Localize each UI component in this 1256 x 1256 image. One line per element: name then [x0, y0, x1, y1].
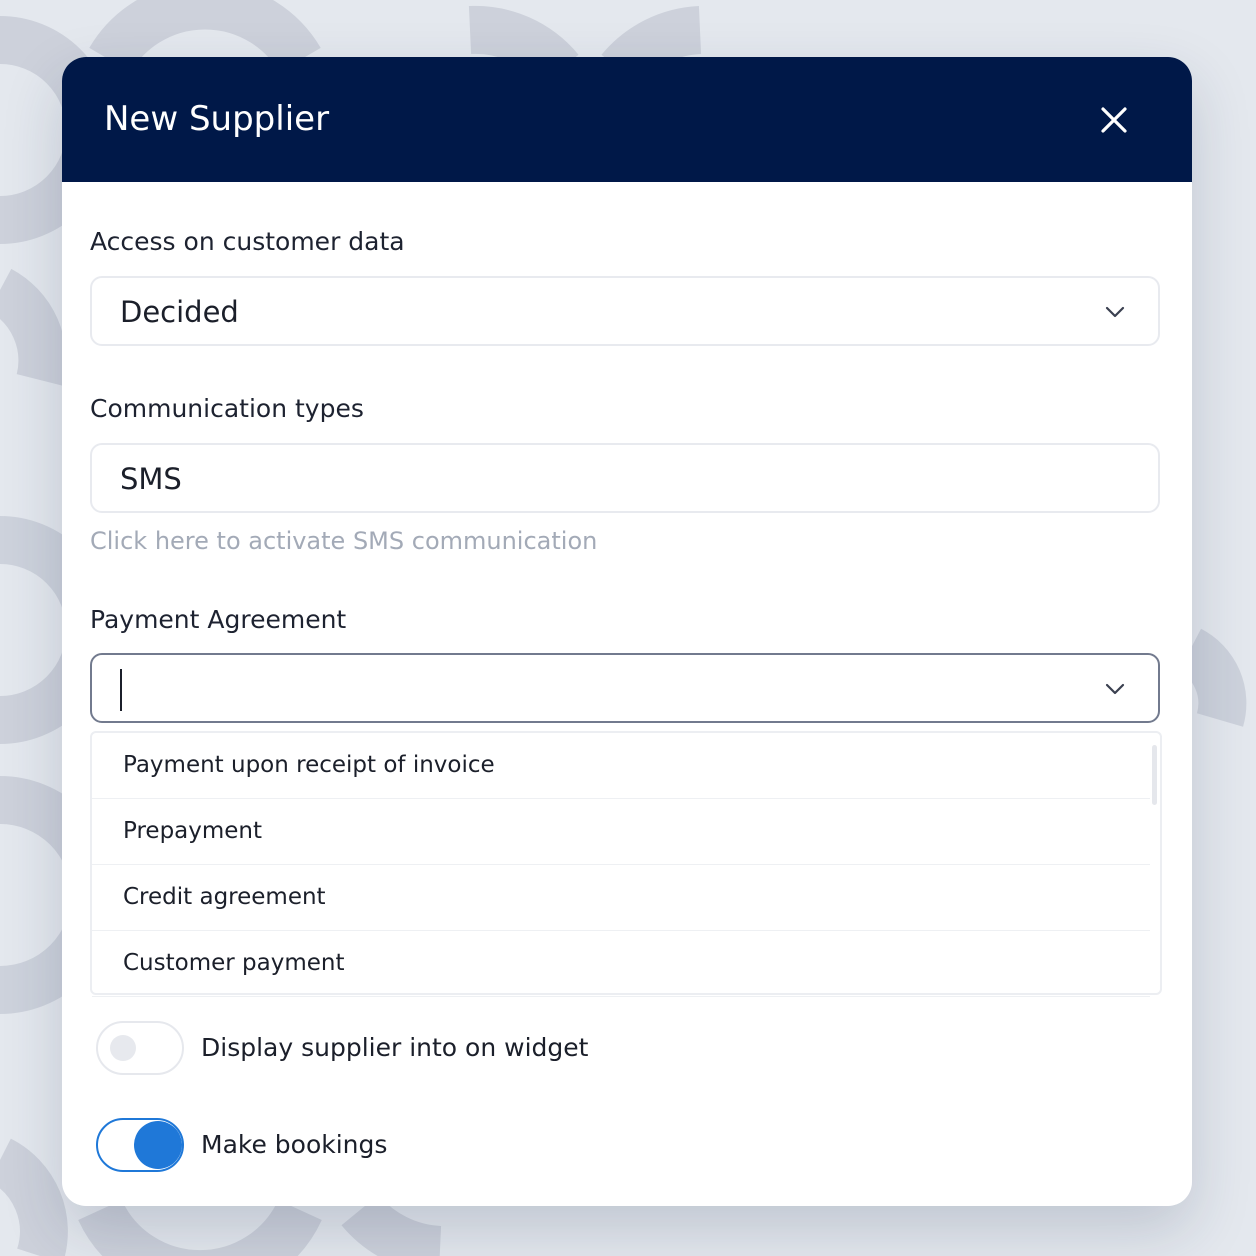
payment-options-list: Payment upon receipt of invoice Prepayme…	[90, 731, 1162, 997]
communication-label: Communication types	[90, 394, 364, 423]
new-supplier-dialog: New Supplier Access on customer data Dec…	[62, 57, 1192, 1206]
dialog-header: New Supplier	[62, 57, 1192, 182]
access-select[interactable]: Decided	[90, 276, 1160, 346]
option-payment-upon-receipt[interactable]: Payment upon receipt of invoice	[92, 733, 1150, 799]
make-bookings-label: Make bookings	[201, 1130, 388, 1159]
toggle-knob	[134, 1121, 182, 1169]
text-caret	[120, 669, 122, 711]
widget-toggle-row: Display supplier into on widget	[96, 1021, 796, 1081]
close-button[interactable]	[1086, 95, 1142, 145]
payment-label: Payment Agreement	[90, 605, 347, 634]
option-label: Prepayment	[123, 818, 263, 844]
payment-agreement-select[interactable]	[90, 653, 1160, 723]
display-on-widget-label: Display supplier into on widget	[201, 1033, 589, 1062]
communication-field[interactable]: SMS	[90, 443, 1160, 513]
option-label: Customer payment	[123, 950, 345, 976]
make-bookings-toggle[interactable]	[96, 1118, 184, 1172]
option-credit-agreement[interactable]: Credit agreement	[92, 865, 1150, 931]
sms-activation-hint[interactable]: Click here to activate SMS communication	[90, 525, 597, 557]
communication-value: SMS	[120, 462, 182, 496]
close-icon	[1101, 107, 1127, 133]
option-label: Payment upon receipt of invoice	[123, 752, 495, 778]
access-selected-value: Decided	[120, 295, 239, 329]
option-customer-payment[interactable]: Customer payment	[92, 931, 1150, 997]
dialog-title: New Supplier	[104, 99, 330, 139]
option-label: Credit agreement	[123, 884, 326, 910]
display-on-widget-toggle[interactable]	[96, 1021, 184, 1075]
access-label: Access on customer data	[90, 227, 405, 256]
dropdown-scrollbar[interactable]	[1152, 745, 1157, 805]
option-prepayment[interactable]: Prepayment	[92, 799, 1150, 865]
bookings-toggle-row: Make bookings	[96, 1118, 796, 1178]
chevron-down-icon	[1105, 683, 1125, 695]
chevron-down-icon	[1105, 306, 1125, 318]
toggle-knob	[110, 1035, 136, 1061]
